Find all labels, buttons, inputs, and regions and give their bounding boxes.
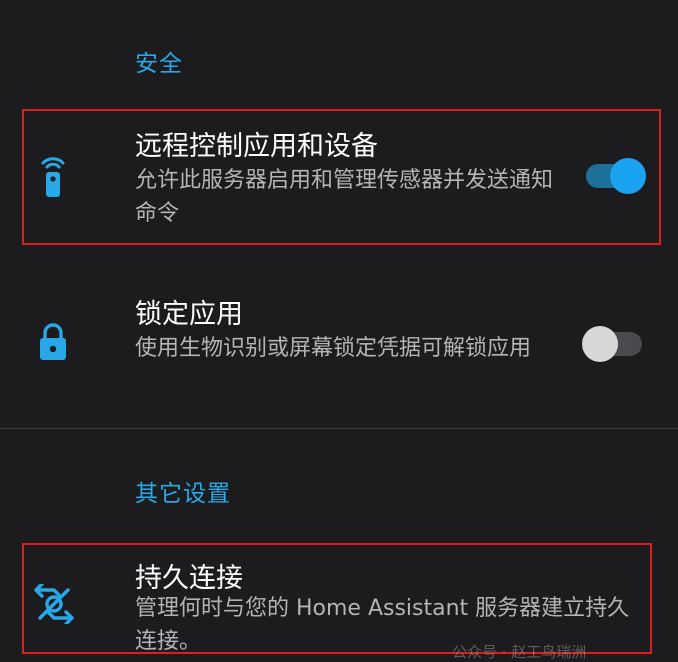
setting-persistent-connection[interactable]: 持久连接 管理何时与您的 Home Assistant 服务器建立持久连接。: [0, 544, 678, 654]
setting-remote-control[interactable]: 远程控制应用和设备 允许此服务器启用和管理传感器并发送通知命令: [0, 108, 678, 244]
app-lock-summary: 使用生物识别或屏幕锁定凭据可解锁应用: [135, 336, 532, 361]
lock-icon: [36, 322, 70, 362]
app-lock-toggle[interactable]: [582, 324, 646, 364]
remote-control-toggle[interactable]: [582, 156, 646, 196]
toggle-thumb: [610, 158, 646, 194]
remote-control-summary: 允许此服务器启用和管理传感器并发送通知命令: [135, 168, 554, 226]
remote-control-icon: [36, 152, 70, 197]
persistent-connection-title: 持久连接: [135, 563, 243, 594]
app-lock-title: 锁定应用: [135, 299, 243, 330]
section-divider: [0, 428, 678, 429]
watermark: 公众号 · 赵工鸟瑞洲: [452, 643, 587, 661]
remote-control-title: 远程控制应用和设备: [135, 131, 378, 162]
toggle-thumb: [582, 326, 618, 362]
section-header-security: 安全: [135, 51, 183, 77]
persistent-connection-icon: [32, 582, 76, 626]
setting-app-lock[interactable]: 锁定应用 使用生物识别或屏幕锁定凭据可解锁应用: [0, 278, 678, 408]
section-header-other: 其它设置: [135, 481, 231, 507]
